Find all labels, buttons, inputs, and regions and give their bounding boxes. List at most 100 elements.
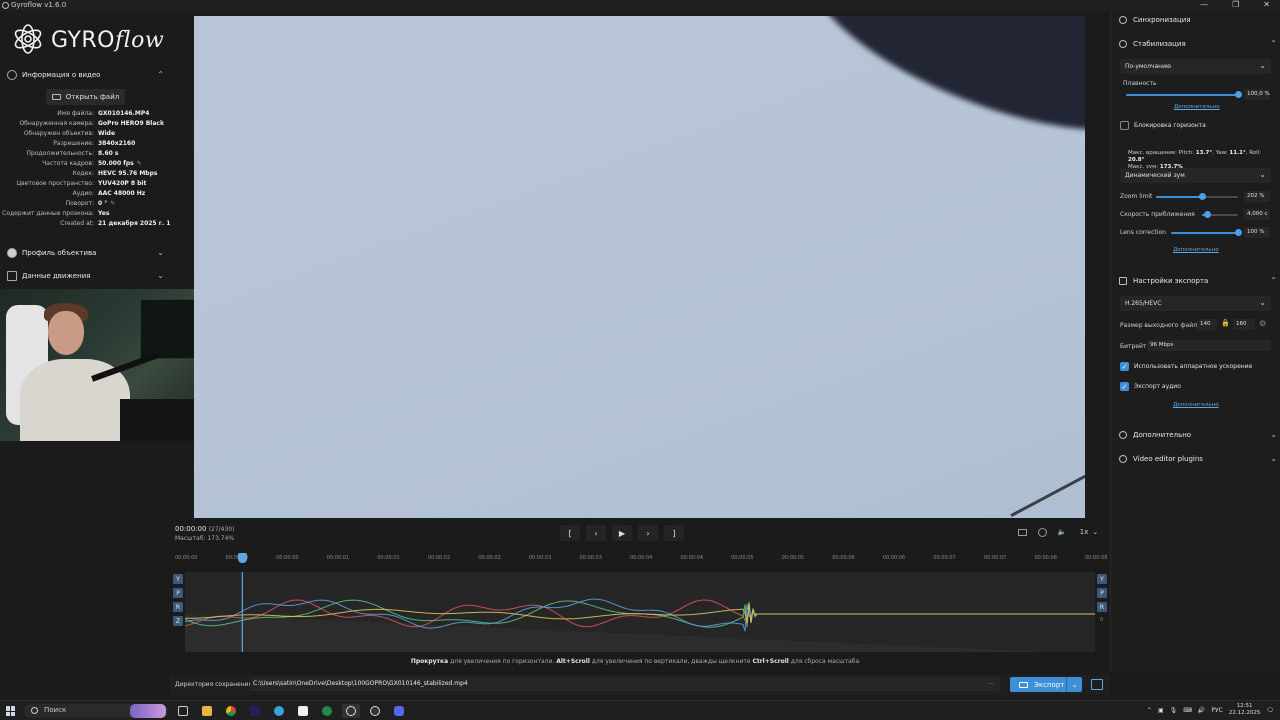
chrome-icon[interactable] [222, 704, 240, 718]
discord-icon[interactable] [390, 704, 408, 718]
info-row: Содержит данные проэкона: Yes [0, 210, 170, 220]
file-explorer-icon[interactable] [198, 704, 216, 718]
telegram-icon[interactable] [270, 704, 288, 718]
playhead-handle[interactable] [238, 553, 248, 563]
zoom-limit-slider[interactable] [1156, 193, 1238, 200]
close-button[interactable]: ✕ [1263, 0, 1270, 9]
codec-select[interactable]: H.265/HEVC ⌄ [1120, 296, 1271, 311]
tray-overflow-icon[interactable]: ⌃ [1147, 707, 1152, 714]
smoothness-slider[interactable] [1126, 91, 1242, 98]
volume-icon[interactable]: 🔊 [1198, 707, 1205, 714]
aspect-lock-icon[interactable]: 🔒 [1221, 319, 1230, 327]
advanced-link[interactable]: Дополнительно [1174, 104, 1220, 110]
windows-start-icon[interactable] [6, 706, 16, 716]
output-width-input[interactable]: 140 [1197, 319, 1217, 330]
audio-export-checkbox[interactable]: ✓ [1120, 382, 1129, 391]
trim-start-button[interactable]: [ [560, 525, 580, 541]
gyroflow-taskbar-icon[interactable] [342, 704, 360, 718]
advanced-link[interactable]: Дополнительно [1173, 402, 1219, 408]
export-settings-header[interactable]: Настройки экспорта ⌃ [1111, 272, 1280, 290]
bitrate-label: Битрейт [1120, 343, 1147, 350]
axis-toggle-z-left[interactable]: Z [173, 616, 183, 626]
render-queue-icon[interactable] [1091, 679, 1103, 690]
lens-profile-header[interactable]: Профиль объектива ⌄ [0, 242, 170, 264]
zoom-limit-slider-knob[interactable] [1199, 193, 1207, 200]
output-height-input[interactable]: 160 [1233, 319, 1255, 330]
task-view-icon[interactable] [174, 704, 192, 718]
edit-pencil-icon[interactable]: ✎ [110, 200, 115, 207]
horizon-lock-checkbox[interactable] [1120, 121, 1129, 130]
tray-app-icon[interactable]: ▣ [1158, 707, 1164, 714]
bitrate-input[interactable]: 96 Mbps [1147, 340, 1271, 351]
stabilization-header[interactable]: Стабилизация ⌃ [1111, 35, 1280, 53]
pitch-value: 13.7° [1195, 150, 1213, 156]
save-path-input[interactable]: C:\Users\satin\OneDrive\Desktop\100GOPRO… [250, 677, 1000, 691]
info-label: Содержит данные проэкона: [2, 210, 94, 217]
taskbar-apps [174, 704, 408, 718]
maximize-button[interactable]: ❐ [1232, 0, 1239, 9]
axis-toggle-yaw-left[interactable]: Y [173, 574, 183, 584]
axis-toggle-roll-right[interactable]: R [1097, 602, 1107, 612]
info-label: Поворот: [65, 200, 94, 207]
smoothness-slider-knob[interactable] [1234, 91, 1242, 98]
stabilization-method-select[interactable]: По-умолчанию ⌄ [1120, 59, 1271, 74]
hw-accel-checkbox[interactable]: ✓ [1120, 362, 1129, 371]
zoom-speed-slider-knob[interactable] [1204, 211, 1212, 218]
hint-text: для сброса масштаба [788, 658, 860, 665]
zoom-speed-slider[interactable] [1202, 211, 1238, 218]
premiere-icon[interactable] [246, 704, 264, 718]
edit-pencil-icon[interactable]: ✎ [137, 160, 142, 167]
browse-button[interactable]: ... [988, 679, 994, 686]
capcut-icon[interactable] [294, 704, 312, 718]
davinci-icon[interactable] [318, 704, 336, 718]
taskbar-search[interactable]: Поиск [24, 704, 168, 718]
export-button[interactable]: Экспорт ⌄ [1010, 677, 1082, 692]
notifications-icon[interactable]: 🗨 [1266, 707, 1274, 714]
axis-toggle-roll-left[interactable]: R [173, 602, 183, 612]
trim-end-button[interactable]: ] [664, 525, 684, 541]
video-info-header[interactable]: Информация о видео ⌃ [0, 64, 170, 86]
obs-icon[interactable] [366, 704, 384, 718]
view-controls: 🔈 1x ⌄ [1016, 526, 1102, 538]
plugins-header[interactable]: Video editor plugins ⌄ [1111, 450, 1280, 468]
smoothness-slider-fill [1126, 94, 1238, 96]
export-options-chevron-icon[interactable]: ⌄ [1066, 677, 1082, 692]
axis-toggle-pitch-right[interactable]: P [1097, 588, 1107, 598]
smoothness-value[interactable]: 100,0 % [1244, 89, 1270, 100]
sync-header[interactable]: Синхронизация [1111, 11, 1280, 29]
playback-speed-select[interactable]: 1x ⌄ [1076, 526, 1102, 538]
lens-correction-slider[interactable] [1171, 229, 1242, 236]
zoom-mode-select[interactable]: Динамический зум ⌄ [1120, 168, 1271, 183]
fit-view-icon[interactable] [1016, 527, 1028, 537]
info-row: Обнаружен объектив: Wide [0, 130, 170, 140]
video-cable [1010, 458, 1085, 517]
lens-correction-slider-knob[interactable] [1234, 229, 1242, 236]
chevron-up-icon: ⌃ [157, 70, 164, 79]
timeline-ruler[interactable]: 00:00:00 00:00:00 00:00:00 00:00:01 00:00:01… [175, 552, 1107, 566]
open-file-button[interactable]: Открыть файл [46, 89, 125, 105]
language-indicator[interactable]: РУС [1211, 707, 1222, 714]
zoom-speed-value[interactable]: 4,000 с [1244, 209, 1270, 220]
mute-icon[interactable]: 🔈 [1056, 527, 1068, 537]
gyro-timeline[interactable] [184, 572, 1095, 654]
next-frame-button[interactable]: › [638, 525, 658, 541]
stabilization-toggle-icon[interactable] [1036, 527, 1048, 537]
video-preview[interactable] [194, 16, 1085, 518]
advanced-link[interactable]: Дополнительно [1173, 247, 1219, 253]
play-button[interactable]: ▶ [612, 525, 632, 541]
window-title: Gyroflow v1.6.0 [11, 1, 67, 9]
prev-frame-button[interactable]: ‹ [586, 525, 606, 541]
motion-data-header[interactable]: Данные движения ⌄ [0, 265, 170, 287]
lens-profile-title: Профиль объектива [22, 249, 97, 257]
settings-gear-icon[interactable]: ⚙ [1259, 319, 1266, 328]
axis-toggle-yaw-right[interactable]: Y [1097, 574, 1107, 584]
network-icon[interactable]: ⌨ [1183, 707, 1192, 714]
zoom-limit-value[interactable]: 202 % [1244, 191, 1270, 202]
minimize-button[interactable]: — [1200, 0, 1208, 9]
axis-toggle-pitch-left[interactable]: P [173, 588, 183, 598]
lens-correction-value[interactable]: 100 % [1244, 227, 1270, 238]
taskbar-clock[interactable]: 12:51 22.12.2025 [1229, 703, 1261, 717]
microphone-icon[interactable]: 🎙 [1170, 707, 1178, 714]
info-value: GX010146.MP4 [98, 110, 150, 117]
extra-header[interactable]: Дополнительно ⌄ [1111, 426, 1280, 444]
